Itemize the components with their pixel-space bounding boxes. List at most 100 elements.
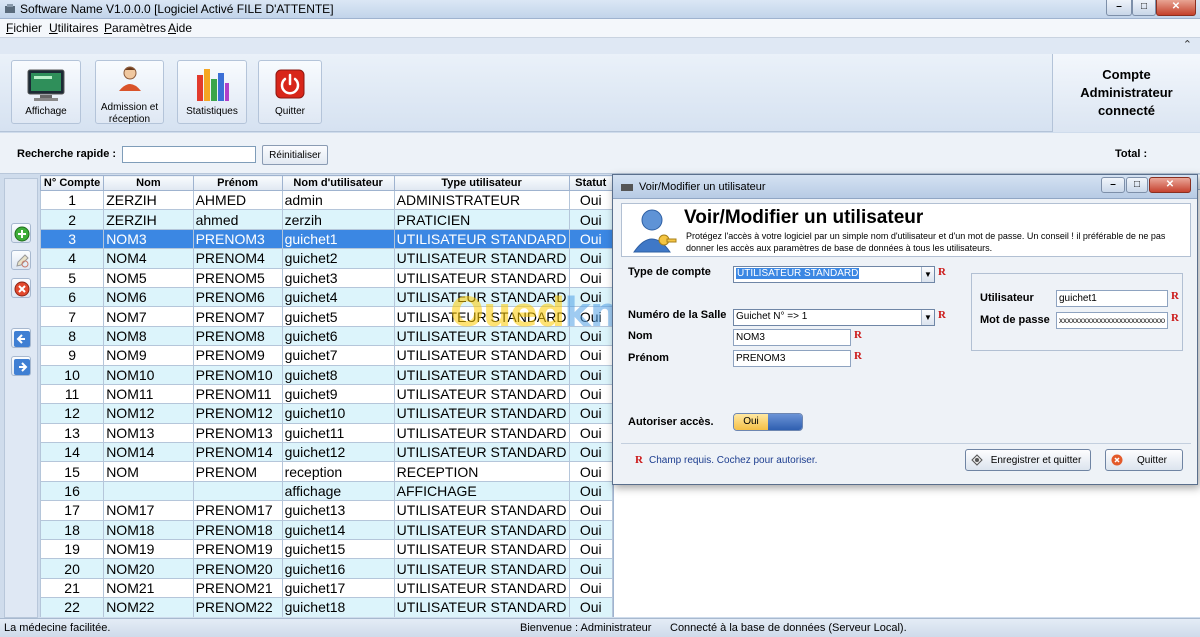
table-cell: Oui xyxy=(568,403,613,424)
table-cell: 9 xyxy=(40,345,105,366)
table-cell: guichet15 xyxy=(281,539,395,560)
table-row[interactable]: 16 affichage AFFICHAGE Oui xyxy=(40,480,613,502)
access-toggle[interactable]: Oui xyxy=(733,413,803,431)
table-row[interactable]: 14 NOM14 PRENOM14 guichet12 UTILISATEUR STAN… xyxy=(40,442,613,463)
table-cell: guichet9 xyxy=(281,383,395,405)
table-cell: 7 xyxy=(40,306,105,327)
table-cell: 10 xyxy=(40,364,105,385)
column-header[interactable]: Type utilisateur xyxy=(393,175,570,191)
table-row[interactable]: 3 NOM3 PRENOM3 guichet1 UTILISATEUR STANDARD… xyxy=(40,228,613,250)
menu-parametres[interactable]: Paramètres xyxy=(104,21,166,35)
next-button[interactable] xyxy=(11,356,31,376)
table-cell: Oui xyxy=(568,267,613,288)
table-row[interactable]: 19 NOM19 PRENOM19 guichet15 UTILISATEUR STAN… xyxy=(40,539,613,560)
table-row[interactable]: 7 NOM7 PRENOM7 guichet5 UTILISATEUR STANDARD… xyxy=(40,306,613,327)
table-cell: 19 xyxy=(40,539,105,560)
table-row[interactable]: 4 NOM4 PRENOM4 guichet2 UTILISATEUR STANDARD… xyxy=(40,248,613,269)
table-cell: 1 xyxy=(40,189,105,211)
table-cell: Oui xyxy=(568,577,613,599)
delete-button[interactable] xyxy=(11,278,31,298)
required-mark-icon: R xyxy=(1171,290,1179,302)
table-cell: guichet2 xyxy=(281,248,395,269)
table-cell: UTILISATEUR STANDARD xyxy=(393,519,570,541)
affichage-label: Affichage xyxy=(25,106,67,117)
table-cell: UTILISATEUR STANDARD xyxy=(393,267,570,288)
table-cell: NOM8 xyxy=(103,325,194,347)
save-and-quit-button[interactable]: Enregistrer et quitter xyxy=(965,449,1091,471)
table-row[interactable]: 13 NOM13 PRENOM13 guichet11 UTILISATEUR STAN… xyxy=(40,422,613,444)
table-cell: PRENOM7 xyxy=(192,306,283,327)
table-row[interactable]: 2 ZERZIH ahmed zerzih PRATICIEN Oui xyxy=(40,209,613,230)
table-cell: guichet7 xyxy=(281,345,395,366)
reset-button[interactable]: Réinitialiser xyxy=(262,145,328,165)
column-header[interactable]: Prénom xyxy=(192,175,283,191)
table-cell: NOM3 xyxy=(103,228,194,250)
table-cell: PRENOM xyxy=(192,461,283,482)
table-row[interactable]: 10 NOM10 PRENOM10 guichet8 UTILISATEUR STAND… xyxy=(40,364,613,385)
table-row[interactable]: 5 NOM5 PRENOM5 guichet3 UTILISATEUR STANDARD… xyxy=(40,267,613,288)
previous-button[interactable] xyxy=(11,328,31,348)
table-cell: Oui xyxy=(568,306,613,327)
table-cell xyxy=(192,480,283,502)
menu-fichier[interactable]: Fichier xyxy=(6,21,42,35)
table-row[interactable]: 9 NOM9 PRENOM9 guichet7 UTILISATEUR STANDARD… xyxy=(40,345,613,366)
search-input[interactable] xyxy=(122,146,256,163)
username-field[interactable] xyxy=(1056,290,1168,307)
quitter-button[interactable]: Quitter xyxy=(258,60,322,124)
password-label: Mot de passe xyxy=(980,314,1050,326)
table-cell: Oui xyxy=(568,519,613,541)
menu-utilitaires[interactable]: Utilitaires xyxy=(49,21,98,35)
table-row[interactable]: 22 NOM22 PRENOM22 guichet18 UTILISATEUR STAN… xyxy=(40,597,613,617)
table-cell: UTILISATEUR STANDARD xyxy=(393,228,570,250)
table-row[interactable]: 11 NOM11 PRENOM11 guichet9 UTILISATEUR STAND… xyxy=(40,383,613,405)
table-row[interactable]: 8 NOM8 PRENOM8 guichet6 UTILISATEUR STANDARD… xyxy=(40,325,613,347)
quit-dialog-button[interactable]: Quitter xyxy=(1105,449,1183,471)
table-row[interactable]: 20 NOM20 PRENOM20 guichet16 UTILISATEUR STAN… xyxy=(40,558,613,579)
add-button[interactable] xyxy=(11,223,31,243)
users-grid: N° Compte Nom Prénom Nom d'utilisateur Type … xyxy=(40,175,614,617)
collapse-ribbon-icon[interactable]: ⌃ xyxy=(1183,38,1192,51)
receptionist-icon xyxy=(118,66,141,91)
table-cell: NOM21 xyxy=(103,577,194,599)
dialog-minimize-button[interactable]: – xyxy=(1101,177,1125,193)
column-header[interactable]: N° Compte xyxy=(40,175,105,191)
table-cell: guichet4 xyxy=(281,286,395,308)
window-title: Software Name V1.0.0.0 [Logiciel Activé … xyxy=(20,2,334,16)
column-header[interactable]: Nom d'utilisateur xyxy=(281,175,395,191)
column-header[interactable]: Statut xyxy=(568,175,613,191)
admission-button[interactable]: Admission et réception xyxy=(95,60,164,125)
column-header[interactable]: Nom xyxy=(103,175,194,191)
room-select[interactable]: Guichet N° => 1 ▼ xyxy=(733,309,935,326)
table-row[interactable]: 15 NOM PRENOM reception RECEPTION Oui xyxy=(40,461,613,482)
table-cell: zerzih xyxy=(281,209,395,230)
table-row[interactable]: 6 NOM6 PRENOM6 guichet4 UTILISATEUR STANDARD… xyxy=(40,286,613,308)
statistiques-button[interactable]: Statistiques xyxy=(177,60,247,124)
table-cell: PRATICIEN xyxy=(393,209,570,230)
table-cell: guichet6 xyxy=(281,325,395,347)
table-cell: Oui xyxy=(568,500,613,521)
menu-aide[interactable]: Aide xyxy=(168,21,192,35)
affichage-button[interactable]: Affichage xyxy=(11,60,81,124)
table-row[interactable]: 21 NOM21 PRENOM21 guichet17 UTILISATEUR STAN… xyxy=(40,577,613,599)
table-row[interactable]: 12 NOM12 PRENOM12 guichet10 UTILISATEUR STAN… xyxy=(40,403,613,424)
name-field[interactable] xyxy=(733,329,851,346)
table-cell: NOM14 xyxy=(103,442,194,463)
password-field[interactable] xyxy=(1056,312,1168,329)
dialog-close-button[interactable]: ✕ xyxy=(1149,177,1191,193)
close-button[interactable]: ✕ xyxy=(1156,0,1196,16)
table-cell: Oui xyxy=(568,248,613,269)
table-cell: Oui xyxy=(568,364,613,385)
edit-button[interactable] xyxy=(11,250,31,270)
firstname-field[interactable] xyxy=(733,350,851,367)
table-cell: guichet16 xyxy=(281,558,395,579)
dialog-maximize-button[interactable]: □ xyxy=(1126,177,1148,193)
table-cell: NOM5 xyxy=(103,267,194,288)
table-row[interactable]: 18 NOM18 PRENOM18 guichet14 UTILISATEUR STAN… xyxy=(40,519,613,541)
account-type-select[interactable]: UTILISATEUR STANDARD ▼ xyxy=(733,266,935,283)
minimize-button[interactable]: – xyxy=(1106,0,1132,16)
table-row[interactable]: 17 NOM17 PRENOM17 guichet13 UTILISATEUR STAN… xyxy=(40,500,613,521)
table-row[interactable]: 1 ZERZIH AHMED admin ADMINISTRATEUR Oui xyxy=(40,189,613,211)
menu-bar: Fichier Utilitaires Paramètres Aide xyxy=(0,19,1200,38)
account-line-3: connecté xyxy=(1097,103,1156,118)
maximize-button[interactable]: □ xyxy=(1132,0,1156,16)
